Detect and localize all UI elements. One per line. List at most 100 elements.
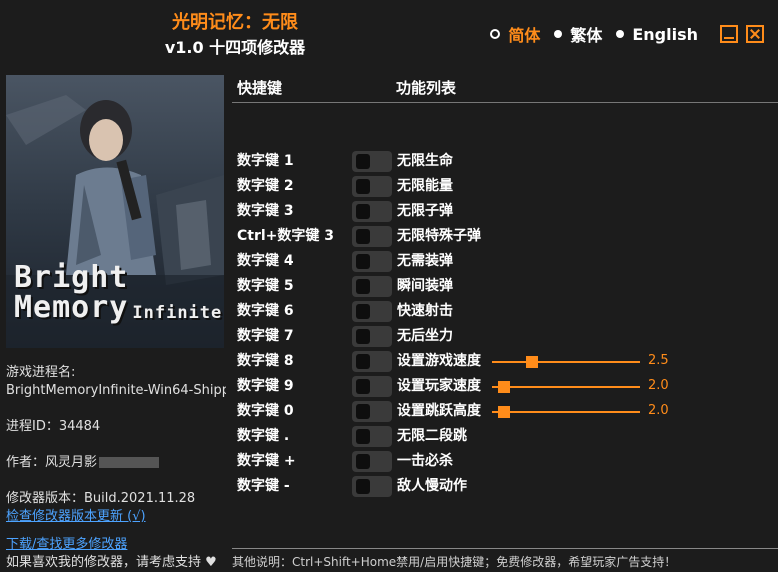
cheat-hotkey: 数字键 3	[237, 203, 294, 219]
cheat-hotkey: Ctrl+数字键 3	[237, 228, 335, 244]
cheat-name: 设置跳跃高度	[397, 403, 481, 419]
cheat-toggle[interactable]	[352, 451, 392, 472]
cheat-name: 无后坐力	[397, 328, 453, 344]
language-bar: 简体 繁体 English	[490, 22, 764, 46]
cheat-name: 无限二段跳	[397, 428, 467, 444]
cheat-hotkey: 数字键 6	[237, 303, 294, 319]
close-icon[interactable]	[746, 25, 764, 43]
value-slider[interactable]	[492, 381, 640, 393]
cheat-hotkey: 数字键 5	[237, 278, 294, 294]
lang-label: English	[632, 24, 698, 44]
cheat-hotkey: 数字键 +	[237, 453, 296, 469]
slider-thumb[interactable]	[525, 356, 538, 368]
cheat-toggle[interactable]	[352, 276, 392, 297]
toggle-knob	[356, 454, 370, 469]
cheat-row: 数字键 + 一击必杀	[0, 450, 778, 475]
toggle-knob	[356, 279, 370, 294]
support-text: 如果喜欢我的修改器，请考虑支持 ♥	[6, 555, 217, 570]
slider-value: 2.0	[648, 378, 669, 393]
trainer-version-title: v1.0 十四项修改器	[164, 38, 306, 57]
cheat-toggle[interactable]	[352, 176, 392, 197]
toggle-knob	[356, 479, 370, 494]
slider-value: 2.5	[648, 353, 669, 368]
cheat-row: Ctrl+数字键 3 无限特殊子弹	[0, 225, 778, 250]
cheat-row: 数字键 5 瞬间装弹	[0, 275, 778, 300]
toggle-knob	[356, 404, 370, 419]
toggle-knob	[356, 229, 370, 244]
slider-value: 2.0	[648, 403, 669, 418]
toggle-knob	[356, 379, 370, 394]
cheat-row: 数字键 7 无后坐力	[0, 325, 778, 350]
cheat-toggle[interactable]	[352, 426, 392, 447]
cheat-toggle[interactable]	[352, 401, 392, 422]
cheat-toggle[interactable]	[352, 301, 392, 322]
cheat-row: 数字键 9 设置玩家速度 2.0	[0, 375, 778, 400]
cheat-name: 无限特殊子弹	[397, 228, 481, 244]
slider-thumb[interactable]	[497, 381, 510, 393]
lang-label: 繁体	[570, 26, 603, 45]
minimize-icon[interactable]	[720, 25, 738, 43]
cheat-hotkey: 数字键 9	[237, 378, 294, 394]
cheat-toggle[interactable]	[352, 151, 392, 172]
cheat-name: 一击必杀	[397, 453, 453, 469]
check-update-link[interactable]: 检查修改器版本更新 (√)	[6, 508, 226, 526]
cheat-hotkey: 数字键 0	[237, 403, 294, 419]
toggle-knob	[356, 329, 370, 344]
cheat-row: 数字键 2 无限能量	[0, 175, 778, 200]
cheat-name: 快速射击	[397, 303, 453, 319]
cheat-row: 数字键 - 敌人慢动作	[0, 475, 778, 500]
cheat-toggle[interactable]	[352, 376, 392, 397]
value-slider[interactable]	[492, 356, 640, 368]
toggle-knob	[356, 354, 370, 369]
radio-dot-icon	[616, 30, 625, 38]
toggle-knob	[356, 154, 370, 169]
cheat-toggle[interactable]	[352, 476, 392, 497]
cheat-row: 数字键 1 无限生命	[0, 150, 778, 175]
cheat-hotkey: 数字键 8	[237, 353, 294, 369]
title-block: 光明记忆：无限 v1.0 十四项修改器	[150, 10, 320, 60]
lang-label: 简体	[508, 26, 541, 45]
cheat-toggle[interactable]	[352, 251, 392, 272]
game-title: 光明记忆：无限	[172, 12, 298, 33]
cheat-row: 数字键 0 设置跳跃高度 2.0	[0, 400, 778, 425]
cheat-row: 数字键 8 设置游戏速度 2.5	[0, 350, 778, 375]
hotkey-column-header: 快捷键	[237, 79, 283, 97]
cheat-name: 无限能量	[397, 178, 453, 194]
lang-traditional[interactable]: 繁体	[554, 22, 602, 46]
toggle-knob	[356, 254, 370, 269]
value-slider[interactable]	[492, 406, 640, 418]
cheat-row: 数字键 4 无需装弹	[0, 250, 778, 275]
cheat-name: 设置玩家速度	[397, 378, 481, 394]
lang-english[interactable]: English	[616, 25, 698, 44]
toggle-knob	[356, 304, 370, 319]
cheat-hotkey: 数字键 1	[237, 153, 294, 169]
column-header-row: 快捷键 功能列表	[232, 75, 778, 103]
cheat-row: 数字键 3 无限子弹	[0, 200, 778, 225]
radio-dot-icon	[554, 30, 563, 38]
cheat-name: 敌人慢动作	[397, 478, 467, 494]
lang-simplified[interactable]: 简体	[490, 22, 540, 46]
cheat-name: 瞬间装弹	[397, 278, 453, 294]
cheat-hotkey: 数字键 7	[237, 328, 294, 344]
cheat-row: 数字键 6 快速射击	[0, 300, 778, 325]
cheat-hotkey: 数字键 4	[237, 253, 294, 269]
cheat-toggle[interactable]	[352, 326, 392, 347]
cheat-toggle[interactable]	[352, 201, 392, 222]
cheat-name: 无限生命	[397, 153, 453, 169]
cheat-name: 设置游戏速度	[397, 353, 481, 369]
cheat-toggle[interactable]	[352, 226, 392, 247]
cheat-row: 数字键 . 无限二段跳	[0, 425, 778, 450]
toggle-knob	[356, 429, 370, 444]
cheat-name: 无限子弹	[397, 203, 453, 219]
cheat-hotkey: 数字键 -	[237, 478, 290, 494]
slider-thumb[interactable]	[497, 406, 510, 418]
radio-selected-icon	[490, 29, 501, 39]
cheat-toggle[interactable]	[352, 351, 392, 372]
download-more-link[interactable]: 下载/查找更多修改器	[6, 536, 226, 554]
cheat-name: 无需装弹	[397, 253, 453, 269]
cheat-hotkey: 数字键 .	[237, 428, 290, 444]
toggle-knob	[356, 179, 370, 194]
feature-column-header: 功能列表	[396, 79, 457, 97]
toggle-knob	[356, 204, 370, 219]
cheat-hotkey: 数字键 2	[237, 178, 294, 194]
